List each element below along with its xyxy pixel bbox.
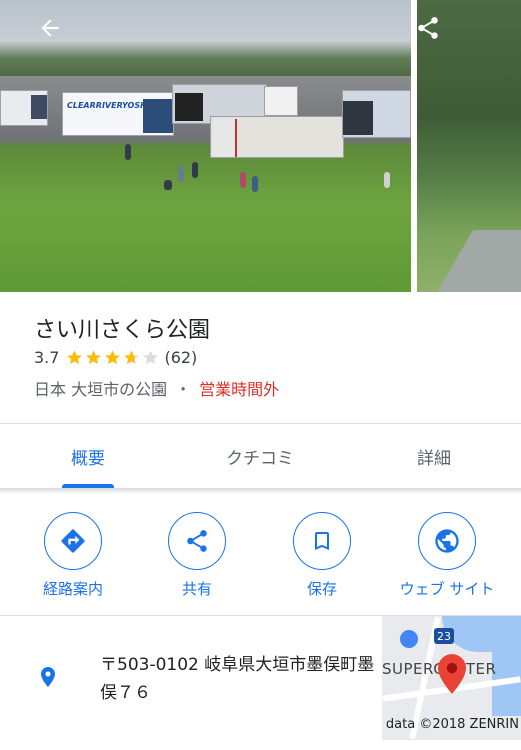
star-icon xyxy=(124,350,140,364)
address-text[interactable]: 〒503-0102 岐阜県大垣市墨俣町墨俣７６ xyxy=(100,651,375,707)
directions-circle xyxy=(44,512,102,570)
directions-label: 経路案内 xyxy=(42,580,103,598)
share-circle xyxy=(168,512,226,570)
meta-separator: ・ xyxy=(175,380,192,399)
rating-row[interactable]: 3.7 (62) xyxy=(34,348,197,367)
star-icon xyxy=(67,350,83,364)
tab-overview[interactable]: 概要 xyxy=(22,424,154,488)
photo-person xyxy=(252,176,258,192)
rating-stars xyxy=(65,349,160,367)
star-icon xyxy=(143,350,159,364)
photo-vehicle xyxy=(264,86,298,116)
tab-reviews-label: クチコミ xyxy=(226,448,294,469)
photo-truck xyxy=(342,90,411,138)
photo-person xyxy=(384,172,390,188)
website-button[interactable]: ウェブ サイト xyxy=(397,512,497,599)
place-category: 日本 大垣市の公園 xyxy=(34,380,168,399)
tab-bar: 概要 クチコミ 詳細 xyxy=(0,424,521,488)
photo-person xyxy=(164,180,172,190)
rating-value: 3.7 xyxy=(34,348,60,367)
share-icon xyxy=(418,17,438,39)
photo-truck: CLEARRIVERYOSHINO xyxy=(62,92,174,136)
route-shield: 23 xyxy=(434,628,454,644)
share-label: 共有 xyxy=(181,580,212,598)
globe-icon xyxy=(435,529,459,553)
location-pin-icon xyxy=(41,667,55,687)
share-photo-button[interactable] xyxy=(412,12,444,44)
save-label: 保存 xyxy=(306,580,337,598)
photo-person xyxy=(125,144,131,160)
tab-shadow xyxy=(0,488,521,494)
tab-overview-label: 概要 xyxy=(71,448,105,469)
photo-road xyxy=(421,230,521,292)
star-icon xyxy=(105,350,121,364)
map-poi-icon xyxy=(400,630,418,648)
website-label: ウェブ サイト xyxy=(399,580,495,598)
map-marker-icon xyxy=(438,654,466,694)
photo-person xyxy=(240,172,246,188)
photo-truck xyxy=(210,116,344,158)
review-count: (62) xyxy=(164,348,198,367)
photo-truck xyxy=(0,90,48,126)
directions-button[interactable]: 経路案内 xyxy=(23,512,123,599)
save-circle xyxy=(293,512,351,570)
share-button[interactable]: 共有 xyxy=(147,512,247,599)
arrow-back-icon xyxy=(41,19,59,37)
share-icon xyxy=(187,530,207,552)
tab-details-label: 詳細 xyxy=(417,448,451,469)
save-button[interactable]: 保存 xyxy=(272,512,372,599)
tab-details[interactable]: 詳細 xyxy=(368,424,500,488)
website-circle xyxy=(418,512,476,570)
place-title: さい川さくら公園 xyxy=(34,318,211,343)
photo-person xyxy=(192,162,198,178)
back-button[interactable] xyxy=(34,12,66,44)
hours-status[interactable]: 営業時間外 xyxy=(199,376,279,400)
place-meta: 日本 大垣市の公園 ・ 営業時間外 xyxy=(34,376,279,400)
map-thumbnail[interactable]: 23 SUPERCENTER data ©2018 ZENRIN xyxy=(382,616,521,740)
photo-person xyxy=(178,166,184,182)
star-icon xyxy=(86,350,102,364)
tab-reviews[interactable]: クチコミ xyxy=(194,424,326,488)
directions-icon xyxy=(61,529,85,553)
map-attribution: data ©2018 ZENRIN xyxy=(385,717,519,732)
bookmark-icon xyxy=(315,532,329,550)
